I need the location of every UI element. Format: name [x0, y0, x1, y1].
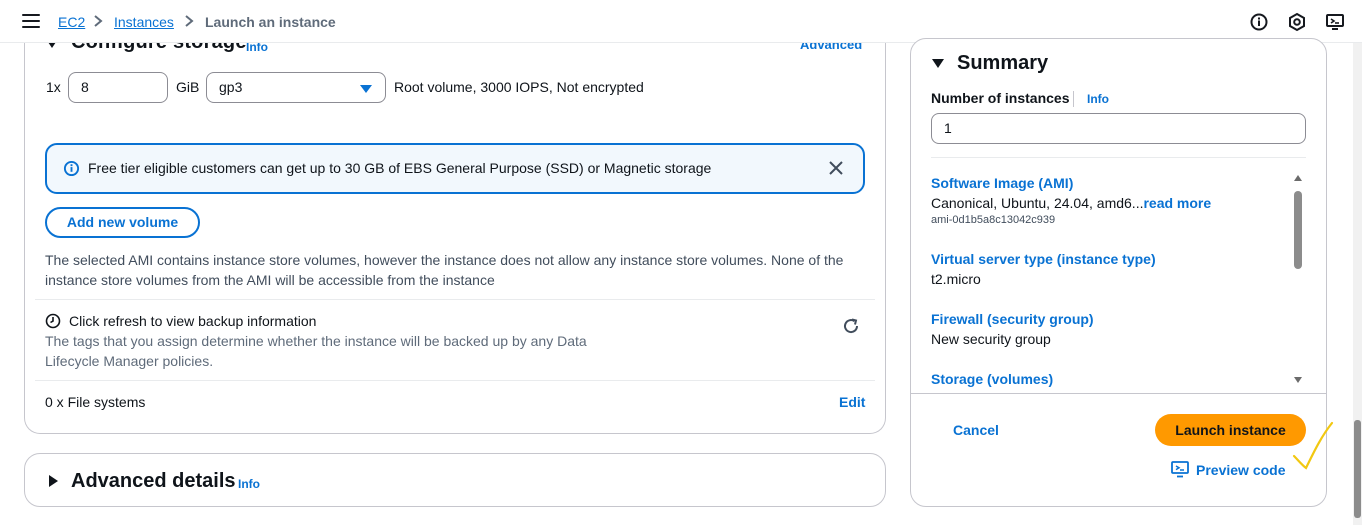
- volume-type-value: gp3: [219, 79, 243, 95]
- summary-scrollbar[interactable]: [1292, 175, 1304, 385]
- divider: [35, 299, 875, 300]
- advanced-details-info-link[interactable]: Info: [238, 477, 260, 491]
- expand-caret-icon[interactable]: [49, 475, 58, 487]
- divider: [35, 380, 875, 381]
- security-group-summary-link[interactable]: Firewall (security group): [931, 311, 1094, 327]
- scroll-thumb[interactable]: [1294, 191, 1302, 269]
- collapse-caret-icon[interactable]: [932, 59, 944, 68]
- checkmark-annotation-icon: [1292, 421, 1334, 470]
- advanced-details-title[interactable]: Advanced details: [71, 470, 236, 493]
- summary-footer-divider: [911, 393, 1326, 394]
- info-circle-icon[interactable]: [1249, 12, 1269, 32]
- ami-summary-value: Canonical, Ubuntu, 24.04, amd6...read mo…: [931, 195, 1211, 211]
- breadcrumb-current-page: Launch an instance: [205, 14, 336, 30]
- backup-info-title: Click refresh to view backup information: [69, 313, 317, 329]
- refresh-icon[interactable]: [842, 317, 860, 335]
- ami-summary-link[interactable]: Software Image (AMI): [931, 175, 1073, 191]
- breadcrumb-ec2-link[interactable]: EC2: [58, 13, 85, 31]
- page-scrollbar[interactable]: [1353, 43, 1362, 525]
- info-circle-icon: [63, 160, 80, 177]
- ami-id: ami-0d1b5a8c13042c939: [931, 214, 1056, 226]
- volume-size-input[interactable]: 8: [68, 72, 168, 103]
- scroll-up-arrow-icon[interactable]: [1294, 175, 1302, 181]
- chevron-right-icon: [94, 15, 103, 27]
- edit-file-systems-link[interactable]: Edit: [839, 394, 865, 410]
- alert-text: Free tier eligible customers can get up …: [88, 160, 712, 176]
- chevron-right-icon: [185, 15, 194, 27]
- volume-size-unit: GiB: [176, 79, 200, 95]
- feedback-monitor-icon[interactable]: [1325, 12, 1345, 32]
- ami-instance-store-note: The selected AMI contains instance store…: [45, 252, 844, 288]
- breadcrumb-instances-link[interactable]: Instances: [114, 13, 174, 31]
- scroll-down-arrow-icon[interactable]: [1294, 377, 1302, 383]
- menu-icon[interactable]: [22, 14, 40, 28]
- ami-value-text: Canonical, Ubuntu, 24.04, amd6...: [931, 195, 1144, 211]
- label-separator: [1073, 91, 1074, 107]
- number-of-instances-input[interactable]: 1: [931, 113, 1306, 144]
- read-more-link[interactable]: read more: [1143, 195, 1211, 211]
- page-scroll-thumb[interactable]: [1354, 420, 1361, 518]
- instance-type-summary-link[interactable]: Virtual server type (instance type): [931, 251, 1156, 267]
- summary-title: Summary: [957, 52, 1049, 74]
- topbar-background: [0, 0, 1353, 43]
- cancel-button[interactable]: Cancel: [953, 422, 999, 438]
- clock-icon: [45, 313, 61, 329]
- instance-type-value: t2.micro: [931, 271, 981, 287]
- instances-info-link[interactable]: Info: [1087, 92, 1109, 106]
- security-group-value: New security group: [931, 331, 1051, 347]
- backup-info-description: The tags that you assign determine wheth…: [45, 333, 587, 369]
- launch-instance-button[interactable]: Launch instance: [1155, 414, 1306, 446]
- volume-multiplier: 1x: [46, 79, 61, 95]
- number-of-instances-label: Number of instances: [931, 90, 1070, 106]
- storage-summary-link[interactable]: Storage (volumes): [931, 371, 1053, 387]
- caret-down-icon: [360, 85, 372, 93]
- add-new-volume-button[interactable]: Add new volume: [45, 207, 200, 238]
- volume-type-select[interactable]: gp3: [206, 72, 386, 103]
- code-preview-icon[interactable]: [1171, 461, 1189, 478]
- free-tier-alert: Free tier eligible customers can get up …: [45, 143, 865, 194]
- file-systems-count: 0 x File systems: [45, 394, 146, 410]
- close-icon[interactable]: [827, 159, 845, 177]
- divider: [931, 157, 1306, 158]
- volume-description: Root volume, 3000 IOPS, Not encrypted: [394, 79, 644, 95]
- settings-hex-icon[interactable]: [1287, 12, 1307, 32]
- preview-code-link[interactable]: Preview code: [1196, 462, 1286, 478]
